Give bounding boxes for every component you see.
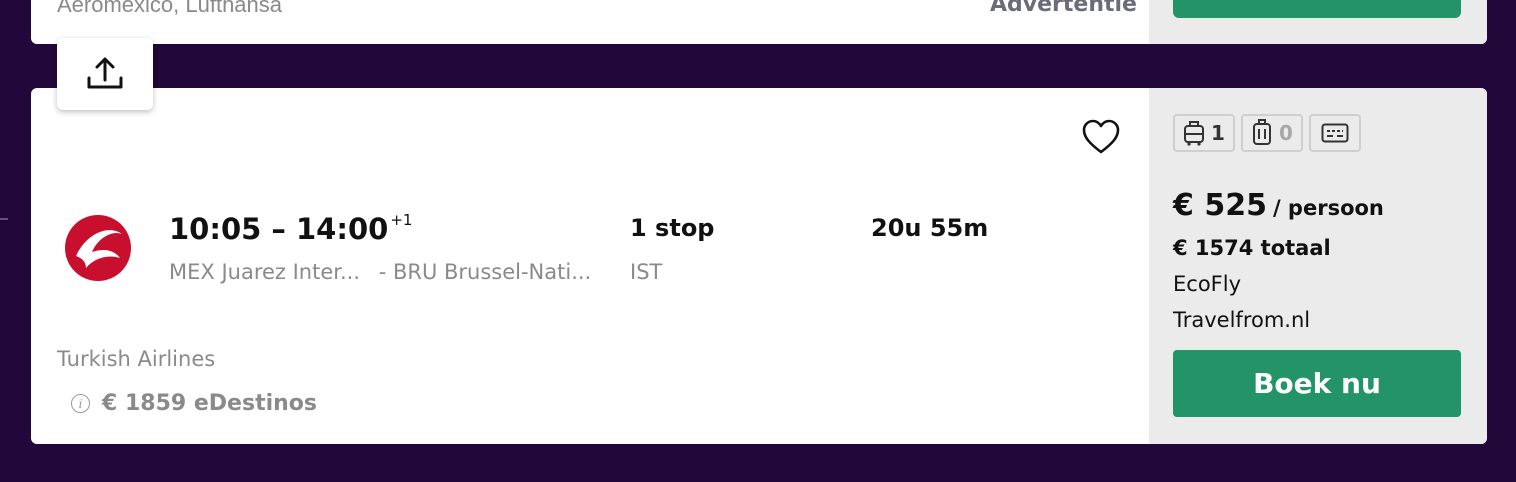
per-person-label: / persoon [1272,196,1384,220]
carry-on-bag-icon [1184,121,1205,146]
baggage-info: 1 0 [1173,114,1361,152]
fare-class: EcoFly [1173,272,1242,296]
alternative-offer[interactable]: i € 1859 eDestinos [71,391,317,416]
book-now-button[interactable]: Boek nu [1173,350,1461,417]
total-price: € 1574 totaal [1173,236,1331,260]
flight-result-card[interactable]: 10:05 – 14:00 +1 MEX Juarez Inter... - BR… [31,88,1487,444]
share-icon [87,57,123,89]
price-amount: € 525 [1173,188,1267,223]
price-panel: 1 0 € 525/ persoon € 1574 totaal EcoFly … [1149,88,1487,444]
stop-count: 1 stop [630,214,715,242]
favorite-button[interactable] [1081,119,1121,159]
route: MEX Juarez Inter... - BRU Brussel-Nati..… [169,260,591,284]
checked-bag-badge[interactable]: 0 [1241,114,1303,152]
alternative-provider: eDestinos [193,391,318,416]
advertisement-label: Advertentie [990,0,1137,17]
booking-provider: Travelfrom.nl [1173,308,1311,332]
carry-on-count: 1 [1211,121,1225,145]
alternative-price-amount: € 1859 [102,391,187,416]
info-icon[interactable]: i [71,394,90,413]
previous-side-panel [1149,0,1487,44]
previous-airlines: Aeromexico, Lufthansa [57,0,283,17]
heart-icon [1082,119,1120,154]
ticket-icon [1321,123,1349,143]
left-edge-marker [0,218,8,220]
turkish-airlines-logo [64,214,132,286]
layover-airport: IST [630,260,663,284]
share-button[interactable] [57,38,153,110]
price-per-person: € 525/ persoon [1173,188,1384,223]
flight-times: 10:05 – 14:00 +1 [169,211,413,246]
previous-book-button[interactable] [1173,0,1461,18]
checked-bag-icon [1253,119,1272,145]
origin-airport: MEX Juarez Inter... [169,260,360,284]
day-offset: +1 [390,211,413,230]
ticket-badge[interactable] [1309,114,1361,152]
carry-on-bag-badge[interactable]: 1 [1173,114,1235,152]
departure-arrival-times: 10:05 – 14:00 [169,212,389,246]
flight-duration: 20u 55m [871,214,989,242]
alternative-price: € 1859 eDestinos [102,391,317,416]
checked-bag-count: 0 [1279,121,1293,145]
destination-airport: - BRU Brussel-Nati... [378,260,592,284]
airline-name: Turkish Airlines [57,347,216,371]
previous-result-card[interactable]: Aeromexico, Lufthansa Advertentie [31,0,1487,44]
